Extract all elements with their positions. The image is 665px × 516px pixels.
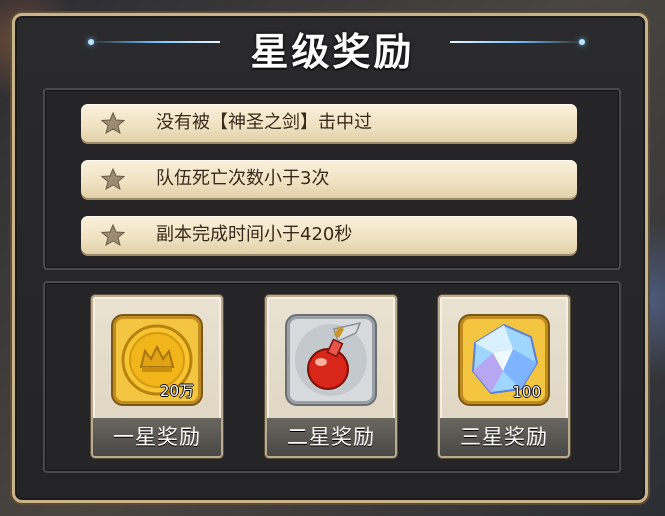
condition-row: 副本完成时间小于420秒 — [81, 216, 577, 254]
reward-quantity: 100 — [512, 383, 541, 401]
reward-label: 二星奖励 — [267, 418, 395, 456]
condition-text: 队伍死亡次数小于3次 — [156, 168, 330, 189]
star-icon — [101, 168, 125, 190]
reward-icon-frame: 20万 — [113, 316, 201, 404]
condition-text: 副本完成时间小于420秒 — [156, 224, 353, 245]
star-icon — [101, 224, 125, 246]
condition-row: 没有被【神圣之剑】击中过 — [81, 104, 577, 142]
condition-row: 队伍死亡次数小于3次 — [81, 160, 577, 198]
potion-flask-icon — [295, 321, 367, 396]
reward-quantity: 20万 — [159, 382, 194, 400]
condition-text: 没有被【神圣之剑】击中过 — [156, 112, 372, 133]
title-decoration-right — [450, 41, 585, 43]
reward-card-two-star[interactable]: 二星奖励 — [265, 295, 397, 458]
title-dot-left — [88, 39, 94, 45]
reward-card-one-star[interactable]: 20万 一星奖励 — [91, 295, 223, 458]
panel-title: 星级奖励 — [250, 30, 415, 74]
star-icon — [101, 112, 125, 134]
reward-card-three-star[interactable]: 100 三星奖励 — [438, 295, 570, 458]
reward-icon-frame — [287, 316, 375, 404]
reward-label: 一星奖励 — [93, 418, 221, 456]
title-dot-right — [579, 39, 585, 45]
reward-label: 三星奖励 — [440, 418, 568, 456]
reward-icon-frame: 100 — [460, 316, 548, 404]
